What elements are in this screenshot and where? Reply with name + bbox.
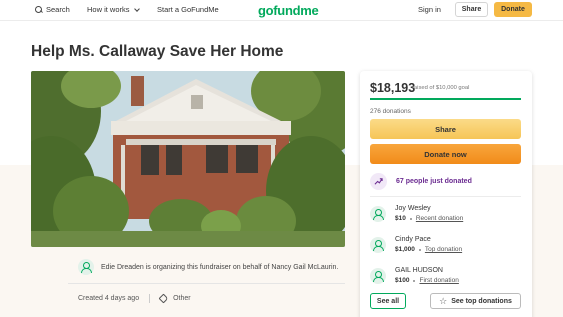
donor-amount: $1,000 bbox=[395, 246, 415, 253]
donation-card: $18,193 raised of $10,000 goal 276 donat… bbox=[360, 71, 532, 317]
sign-in-label: Sign in bbox=[418, 5, 441, 14]
chevron-down-icon bbox=[133, 5, 140, 12]
campaign-meta: Created 4 days ago Other bbox=[78, 293, 191, 304]
trending-up-icon bbox=[370, 173, 387, 190]
bullet-separator bbox=[409, 218, 412, 220]
organizer-info: Edie Dreaden is organizing this fundrais… bbox=[78, 259, 338, 275]
user-icon bbox=[370, 268, 386, 284]
house-illustration bbox=[31, 71, 345, 247]
header-share-button[interactable]: Share bbox=[455, 2, 488, 17]
recent-activity: 67 people just donated bbox=[370, 173, 472, 190]
donor-amount: $10 bbox=[395, 215, 406, 222]
user-icon bbox=[78, 259, 94, 275]
recent-activity-text: 67 people just donated bbox=[396, 178, 472, 185]
donor-name: Cindy Pace bbox=[395, 236, 431, 243]
search-label: Search bbox=[46, 5, 70, 14]
donate-now-button[interactable]: Donate now bbox=[370, 144, 521, 164]
donor-item: GAIL HUDSON $100 First donation bbox=[370, 266, 459, 286]
progress-fill bbox=[370, 98, 521, 100]
campaign-title: Help Ms. Callaway Save Her Home bbox=[31, 43, 284, 60]
campaign-photo[interactable] bbox=[31, 71, 345, 247]
amount-raised: $18,193 bbox=[370, 81, 416, 95]
user-icon bbox=[370, 206, 386, 222]
donor-name: GAIL HUDSON bbox=[395, 267, 443, 274]
start-gofundme-link[interactable]: Start a GoFundMe bbox=[157, 5, 219, 14]
created-date: Created 4 days ago bbox=[78, 295, 140, 302]
organizer-text: Edie Dreaden is organizing this fundrais… bbox=[101, 263, 339, 271]
card-divider bbox=[370, 196, 521, 197]
donor-tag-link[interactable]: Recent donation bbox=[416, 214, 463, 224]
goal-text: raised of $10,000 goal bbox=[412, 85, 470, 91]
start-gofundme-label: Start a GoFundMe bbox=[157, 5, 219, 14]
top-navigation: Search How it works Start a GoFundMe gof… bbox=[0, 0, 563, 21]
meta-separator bbox=[149, 294, 151, 303]
donor-item: Cindy Pace $1,000 Top donation bbox=[370, 235, 462, 255]
donor-name: Joy Wesley bbox=[395, 205, 431, 212]
header-donate-button[interactable]: Donate bbox=[494, 2, 532, 17]
donor-tag-link[interactable]: Top donation bbox=[425, 245, 462, 255]
see-top-donations-label: See top donations bbox=[451, 297, 512, 305]
star-icon: ☆ bbox=[439, 295, 448, 306]
donor-tag-link[interactable]: First donation bbox=[419, 276, 458, 286]
donor-item: Joy Wesley $10 Recent donation bbox=[370, 204, 463, 224]
tag-icon bbox=[158, 293, 169, 304]
see-top-donations-button[interactable]: ☆ See top donations bbox=[430, 293, 521, 309]
page: Search How it works Start a GoFundMe gof… bbox=[0, 0, 563, 317]
divider bbox=[68, 283, 345, 284]
see-all-button[interactable]: See all bbox=[370, 293, 406, 309]
bullet-separator bbox=[413, 280, 416, 282]
sign-in-link[interactable]: Sign in bbox=[418, 5, 441, 14]
share-button[interactable]: Share bbox=[370, 119, 521, 139]
how-it-works-label: How it works bbox=[87, 5, 130, 14]
donations-count: 276 donations bbox=[370, 108, 411, 115]
progress-bar bbox=[370, 98, 521, 100]
category-link[interactable]: Other bbox=[173, 295, 191, 302]
search-link[interactable]: Search bbox=[35, 5, 70, 14]
how-it-works-menu[interactable]: How it works bbox=[87, 5, 140, 14]
donor-amount: $100 bbox=[395, 277, 410, 284]
search-icon bbox=[35, 5, 43, 14]
bullet-separator bbox=[418, 249, 421, 251]
user-icon bbox=[370, 237, 386, 253]
gofundme-logo[interactable]: gofundme bbox=[258, 3, 319, 18]
